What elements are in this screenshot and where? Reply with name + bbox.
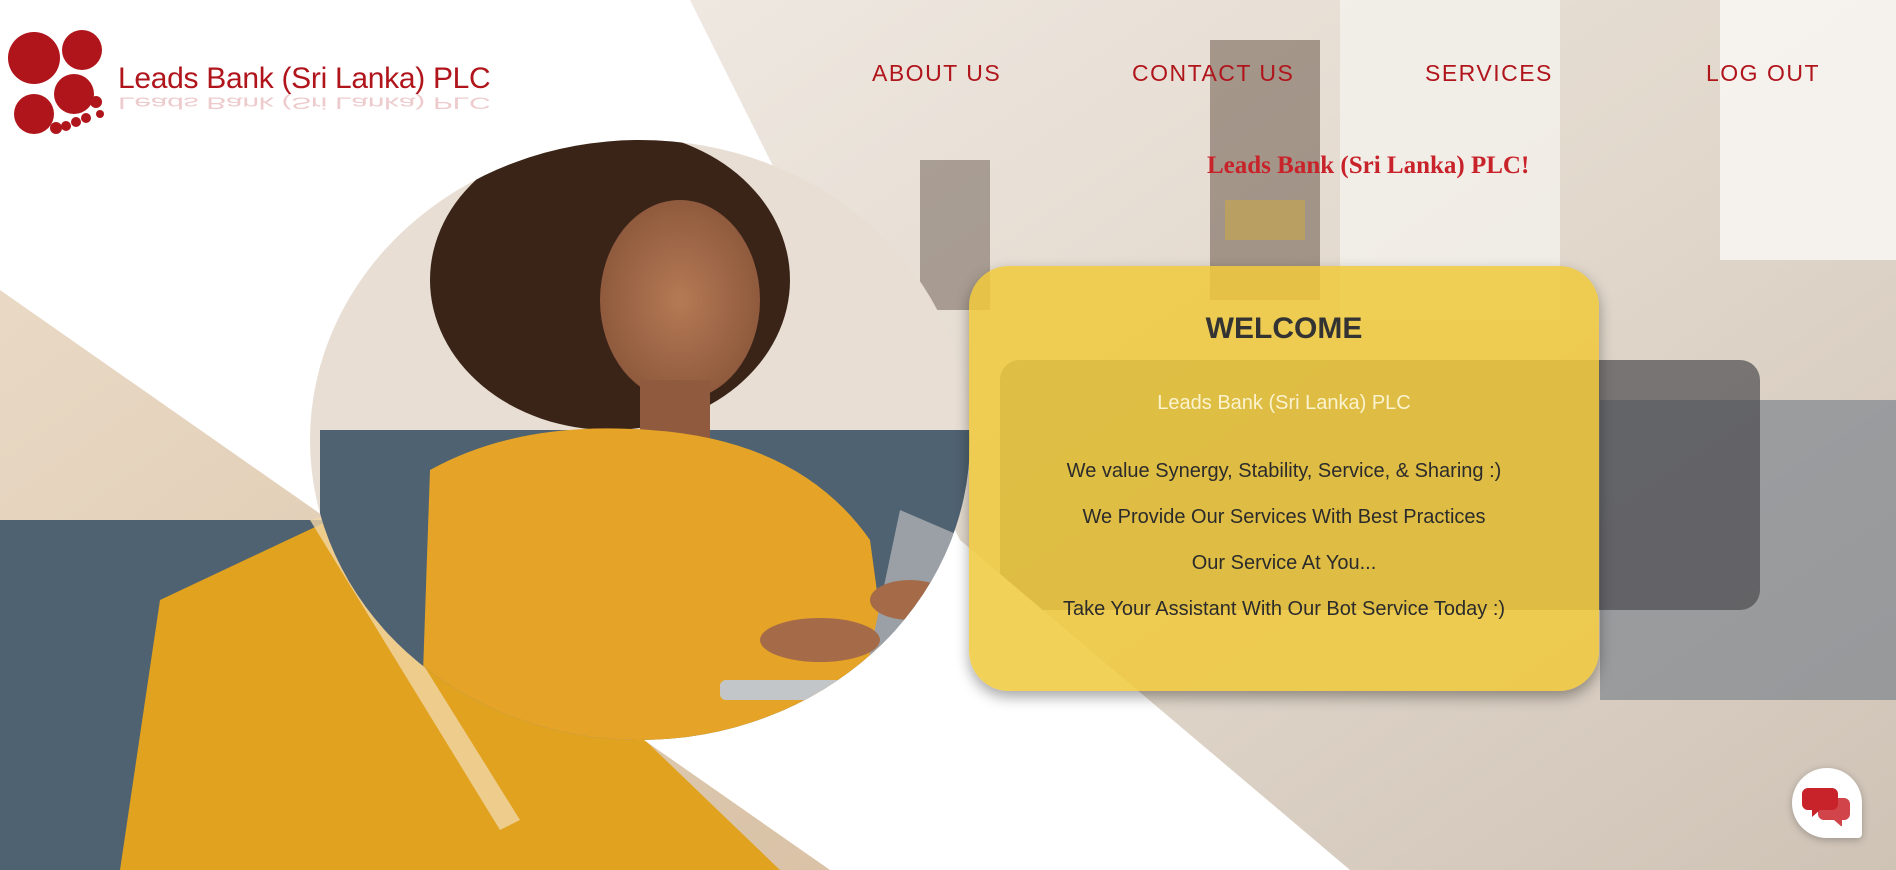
welcome-title: WELCOME [1205, 312, 1363, 345]
welcome-line: Our Service At You... [1191, 552, 1377, 574]
main-nav: ABOUT US CONTACT US SERVICES LOG OUT [0, 60, 1896, 90]
nav-services[interactable]: SERVICES [1425, 60, 1553, 87]
welcome-line: We value Synergy, Stability, Service, & … [1066, 460, 1502, 482]
nav-log-out[interactable]: LOG OUT [1706, 60, 1820, 87]
nav-contact-us[interactable]: CONTACT US [1132, 60, 1294, 87]
welcome-subtitle: Leads Bank (Sri Lanka) PLC [1157, 392, 1411, 414]
welcome-line: Take Your Assistant With Our Bot Service… [1062, 598, 1506, 620]
chat-bubbles-icon [1802, 788, 1850, 826]
welcome-line: We Provide Our Services With Best Practi… [1082, 506, 1486, 528]
nav-about-us[interactable]: ABOUT US [872, 60, 1001, 87]
greeting-heading: Leads Bank (Sri Lanka) PLC! [1207, 152, 1530, 179]
chat-button[interactable] [1792, 768, 1862, 838]
page: Leads Bank (Sri Lanka) PLC Leads Bank (S… [0, 0, 1896, 870]
welcome-card: WELCOME Leads Bank (Sri Lanka) PLC We va… [969, 266, 1599, 691]
brand-name-reflection: Leads Bank (Sri Lanka) PLC [118, 93, 491, 112]
